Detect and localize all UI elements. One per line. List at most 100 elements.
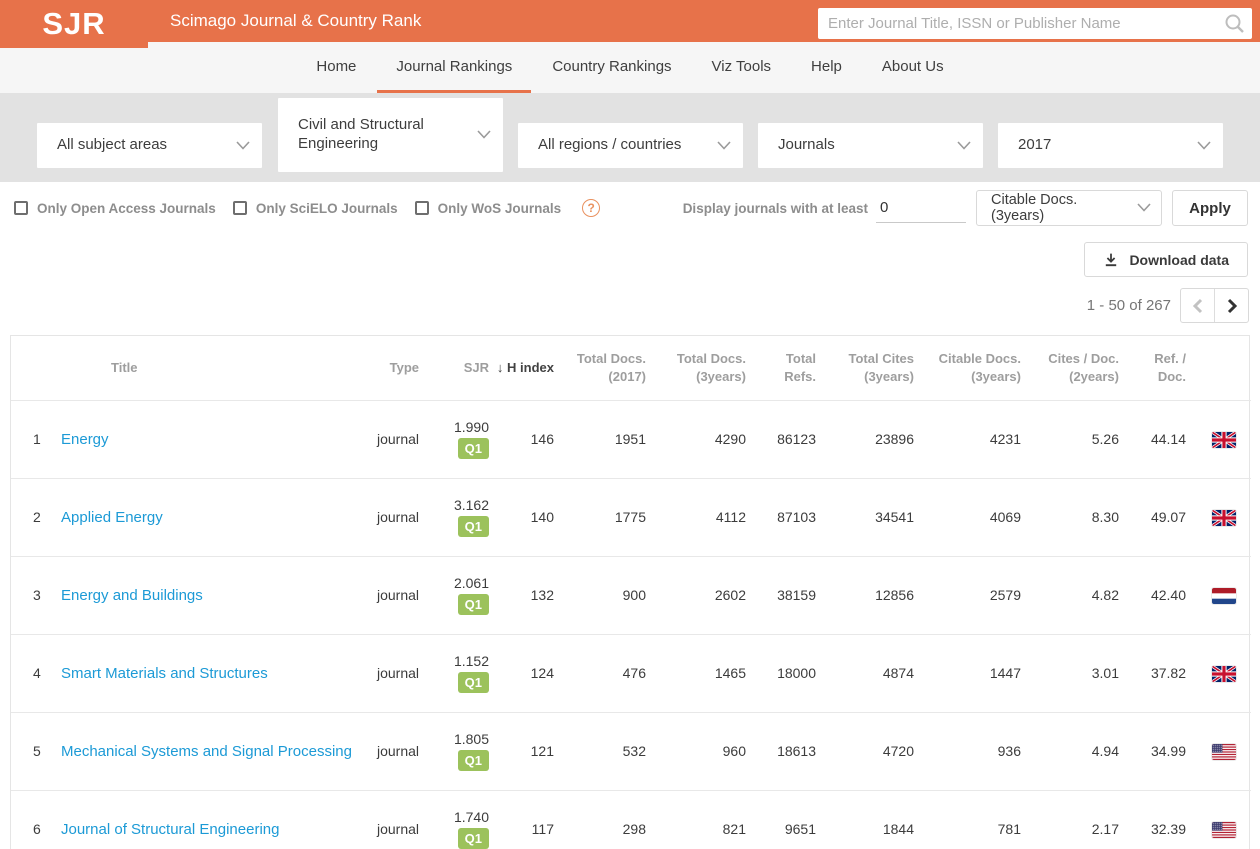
h-index-cell: 124 <box>494 633 559 712</box>
checkbox-option-only-scielo-journals[interactable]: Only SciELO Journals <box>232 201 398 216</box>
sort-desc-icon: ↓ <box>496 359 508 375</box>
filter-dropdown-value: 2017 <box>1018 136 1052 154</box>
cites-per-doc-cell: 4.82 <box>1026 555 1124 634</box>
country-flag-icon-gb <box>1212 509 1236 526</box>
chevron-down-icon <box>1137 199 1151 217</box>
country-cell <box>1191 477 1251 556</box>
filter-dropdown-all-subject-areas[interactable]: All subject areas <box>37 123 262 168</box>
cites-per-doc-cell: 3.01 <box>1026 633 1124 712</box>
title-cell: Journal of Structural Engineering <box>61 789 364 849</box>
checkbox-option-only-wos-journals[interactable]: Only WoS Journals <box>414 201 561 216</box>
citable-docs-3years-cell: 4231 <box>989 431 1021 447</box>
column-header-total-docs-2017[interactable]: Total Docs. (2017) <box>559 336 651 401</box>
checkbox[interactable] <box>232 201 247 215</box>
total-cites-3years-cell: 23896 <box>875 431 914 447</box>
sjr-cell: 2.061 Q1 <box>424 555 494 634</box>
column-header-sjr[interactable]: SJR <box>424 336 494 401</box>
checkbox[interactable] <box>14 201 28 215</box>
column-header-total-docs-3years[interactable]: Total Docs. (3years) <box>651 336 751 401</box>
column-header-type[interactable]: Type <box>364 336 424 401</box>
journal-title-link[interactable]: Energy <box>61 431 109 448</box>
nav-item-country-rankings[interactable]: Country Rankings <box>533 42 690 93</box>
column-header-citable-docs-3years[interactable]: Citable Docs. (3years) <box>919 336 1026 401</box>
quartile-badge[interactable]: Q1 <box>457 594 489 615</box>
column-header-cites-doc-2years[interactable]: Cites / Doc. (2years) <box>1026 336 1124 401</box>
filter-dropdown-value: Civil and Structural Engineering <box>298 116 424 152</box>
total-docs-2017-cell: 476 <box>559 633 651 712</box>
nav-item-viz-tools[interactable]: Viz Tools <box>693 42 790 93</box>
quartile-badge[interactable]: Q1 <box>457 672 489 693</box>
help-icon[interactable]: ? <box>582 199 601 217</box>
column-header-total-refs[interactable]: Total Refs. <box>751 336 821 401</box>
country-cell <box>1191 555 1251 634</box>
total-docs-2017-cell: 1951 <box>614 431 646 447</box>
title-cell: Energy <box>61 400 364 478</box>
type-cell: journal <box>364 789 424 849</box>
quartile-badge[interactable]: Q1 <box>457 828 489 849</box>
previous-page-button[interactable] <box>1181 289 1215 322</box>
sjr-logo[interactable]: SJR <box>0 0 148 48</box>
citable-docs-3years-cell: 4069 <box>919 477 1026 556</box>
h-index-cell: 117 <box>494 789 559 849</box>
filter-dropdown-value: All subject areas <box>57 136 168 154</box>
rank-cell: 2 <box>11 477 61 556</box>
nav-item-about-us[interactable]: About Us <box>863 42 963 93</box>
journal-title-link[interactable]: Energy and Buildings <box>61 587 203 604</box>
journal-filter-options: Only Open Access Journals Only SciELO Jou… <box>14 190 601 226</box>
next-page-button[interactable] <box>1215 289 1248 322</box>
total-cites-3years-cell: 4874 <box>821 633 919 712</box>
page: SJR Scimago Journal & Country Rank HomeJ… <box>0 0 1260 849</box>
chevron-down-icon <box>717 137 731 155</box>
journal-title-link[interactable]: Applied Energy <box>61 509 163 526</box>
country-column-header <box>1191 336 1251 401</box>
total-refs-cell: 38159 <box>751 555 821 634</box>
chevron-down-icon <box>477 126 491 144</box>
nav-item-journal-rankings[interactable]: Journal Rankings <box>377 42 532 93</box>
rank-cell: 6 <box>11 789 61 849</box>
filter-dropdown-2017[interactable]: 2017 <box>998 123 1223 168</box>
column-header-title[interactable]: Title <box>61 336 364 401</box>
total-docs-3years-cell: 821 <box>651 789 751 849</box>
journal-title-link[interactable]: Smart Materials and Structures <box>61 665 268 682</box>
sjr-value: 1.740 <box>453 809 489 826</box>
sjr-logo-text: SJR <box>42 6 106 41</box>
total-refs-cell: 18000 <box>751 633 821 712</box>
column-header-h-index[interactable]: ↓ H index <box>494 336 559 401</box>
filter-dropdown-civil-and-structural-engineering[interactable]: Civil and Structural Engineering <box>278 98 503 172</box>
journal-title-link[interactable]: Mechanical Systems and Signal Processing <box>61 743 352 760</box>
filter-dropdown-all-regions-countries[interactable]: All regions / countries <box>518 123 743 168</box>
journal-title-link[interactable]: Journal of Structural Engineering <box>61 821 279 838</box>
filter-dropdown-journals[interactable]: Journals <box>758 123 983 168</box>
sjr-value: 1.152 <box>453 653 489 669</box>
refs-per-doc-cell: 44.14 <box>1150 431 1186 447</box>
sjr-cell: 1.990 Q1 <box>424 400 494 478</box>
refs-per-doc-cell: 49.07 <box>1124 477 1191 556</box>
citable-docs-3years-cell: 936 <box>919 711 1026 790</box>
download-data-button[interactable]: Download data <box>1084 242 1248 277</box>
refs-per-doc-cell: 37.82 <box>1124 633 1191 712</box>
citable-docs-3years-cell: 2579 <box>919 555 1026 634</box>
title-cell: Smart Materials and Structures <box>61 633 364 712</box>
sjr-value: 3.162 <box>453 497 489 513</box>
metric-dropdown[interactable]: Citable Docs. (3years) <box>976 190 1162 226</box>
threshold-input[interactable] <box>876 193 966 223</box>
sjr-cell: 1.805 Q1 <box>424 711 494 790</box>
apply-button[interactable]: Apply <box>1172 190 1248 226</box>
column-header-total-cites-3years[interactable]: Total Cites (3years) <box>821 336 919 401</box>
h-index-cell: 132 <box>494 555 559 634</box>
pagination-range-text: 1 - 50 of 267 <box>1086 297 1171 314</box>
search-icon[interactable] <box>1218 8 1252 39</box>
quartile-badge[interactable]: Q1 <box>457 750 489 771</box>
quartile-badge[interactable]: Q1 <box>457 516 489 537</box>
checkbox[interactable] <box>414 201 429 215</box>
total-cites-3years-cell: 12856 <box>821 555 919 634</box>
search-input[interactable] <box>818 15 1218 32</box>
checkbox-option-only-open-access-journals[interactable]: Only Open Access Journals <box>14 201 216 216</box>
column-header-ref-doc[interactable]: Ref. / Doc. <box>1124 336 1191 401</box>
nav-item-home[interactable]: Home <box>297 42 375 93</box>
quartile-badge[interactable]: Q1 <box>457 438 489 459</box>
table-header-row: Title Type SJR ↓ H index Total Docs. (2017) T… <box>11 336 1251 401</box>
nav-item-help[interactable]: Help <box>792 42 861 93</box>
filter-dropdown-value: Journals <box>778 136 835 154</box>
journal-rankings-table: Title Type SJR ↓ H index Total Docs. (2017) T… <box>10 335 1251 849</box>
